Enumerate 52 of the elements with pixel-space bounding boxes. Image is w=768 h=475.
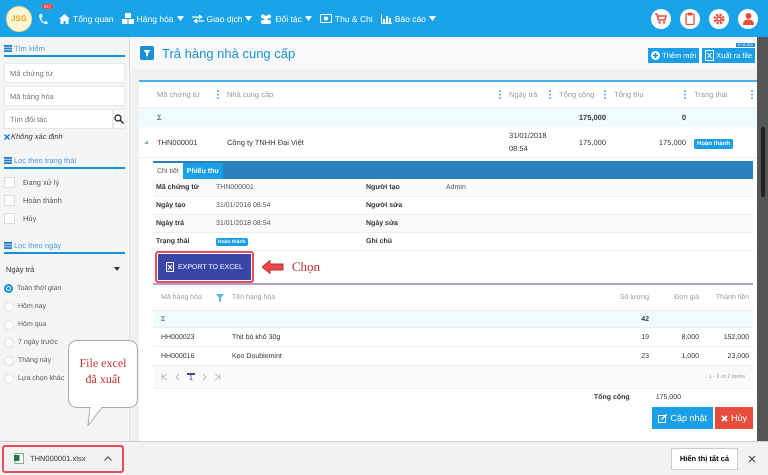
file-icon xyxy=(166,262,174,272)
list-icon xyxy=(4,45,12,52)
scrollbar[interactable] xyxy=(757,37,768,441)
radio-button[interactable] xyxy=(4,284,13,293)
logo[interactable]: JSG xyxy=(6,6,32,32)
checkbox[interactable] xyxy=(4,213,15,224)
nav-menu-item[interactable]: Đối tác xyxy=(259,14,313,24)
page-title: Trả hàng nhà cung cấp xyxy=(162,46,296,60)
cubes-icon xyxy=(122,13,134,24)
home-icon xyxy=(59,14,70,24)
plus-icon xyxy=(651,51,660,60)
nav-menu-item[interactable]: Giao dịch xyxy=(190,14,254,24)
first-page-icon[interactable] xyxy=(161,374,168,380)
bubble-text: File excel xyxy=(80,356,126,372)
file-icon xyxy=(705,50,714,61)
user-icon[interactable] xyxy=(738,8,758,28)
update-button[interactable]: Cập nhật xyxy=(652,407,713,429)
callout-text: Chọn xyxy=(292,259,320,275)
edit-icon xyxy=(658,414,668,422)
last-page-icon[interactable] xyxy=(214,374,221,380)
close-icon xyxy=(720,414,728,422)
people-icon xyxy=(260,14,272,24)
search-icon xyxy=(114,114,124,124)
prev-page-icon[interactable] xyxy=(175,374,180,380)
phone-icon[interactable] xyxy=(38,12,48,24)
cancel-button[interactable]: Hủy xyxy=(714,407,753,429)
caret-icon xyxy=(114,267,120,271)
close-icon[interactable] xyxy=(748,454,756,462)
close-icon[interactable] xyxy=(4,134,10,140)
nav-menu-item[interactable]: Thu & Chi xyxy=(318,14,374,24)
filter-icon[interactable] xyxy=(216,294,224,302)
chevron-up-icon[interactable] xyxy=(104,456,112,461)
expand-icon[interactable] xyxy=(144,140,148,144)
search-button[interactable] xyxy=(113,109,125,129)
swap-icon xyxy=(192,14,204,24)
bubble-text: đã xuất xyxy=(86,372,120,388)
list-icon xyxy=(4,242,12,249)
cart-icon[interactable] xyxy=(651,8,671,28)
bar-chart-icon xyxy=(380,14,392,24)
clipboard-icon[interactable] xyxy=(680,8,700,28)
spreadsheet-icon xyxy=(14,453,24,464)
checkbox[interactable] xyxy=(4,177,15,188)
settings-icon[interactable] xyxy=(709,8,729,28)
nav-menu-item[interactable]: Tổng quan xyxy=(58,14,115,24)
list-icon xyxy=(4,157,12,164)
nav-menu-item[interactable]: Hàng hóa xyxy=(120,13,185,24)
filter-icon xyxy=(140,46,154,60)
checkbox[interactable] xyxy=(4,195,15,206)
arrow-icon xyxy=(262,260,284,274)
banknote-icon xyxy=(320,14,332,23)
nav-menu-item[interactable]: Báo cáo xyxy=(380,14,437,24)
next-page-icon[interactable] xyxy=(202,374,207,380)
